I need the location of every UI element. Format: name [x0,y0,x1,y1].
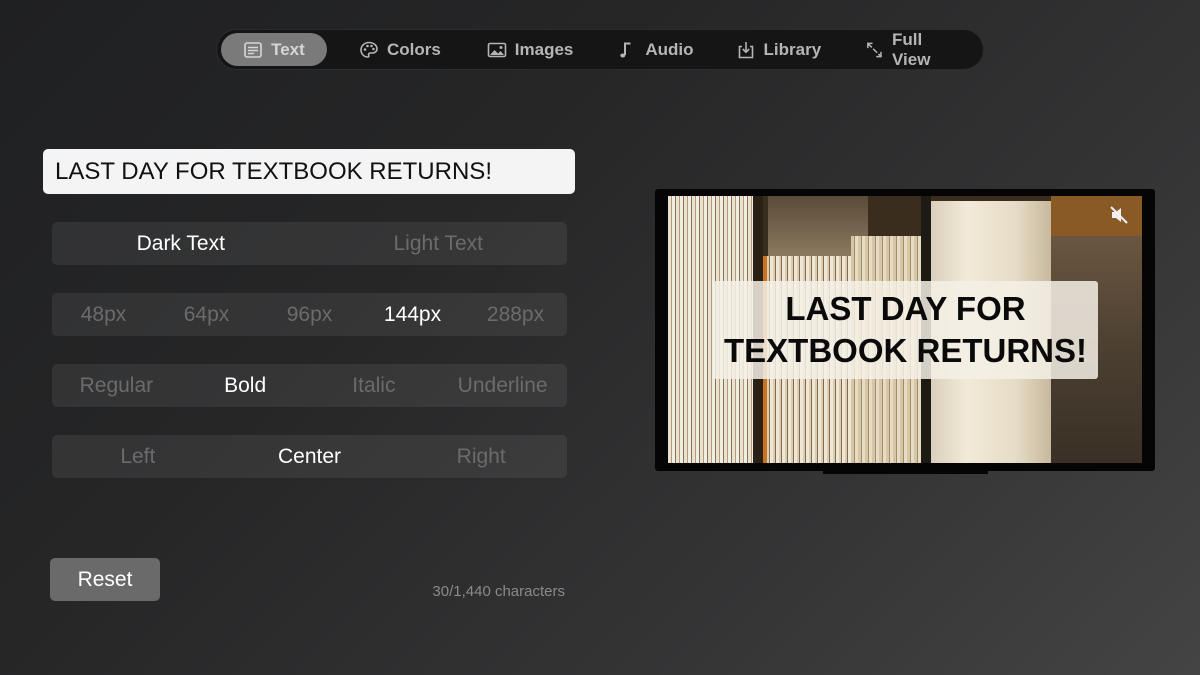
option-italic[interactable]: Italic [310,374,439,398]
option-underline[interactable]: Underline [438,374,567,398]
speaker-muted-icon[interactable] [1108,204,1130,226]
message-text-input[interactable] [43,149,575,194]
display-stand [823,468,988,474]
image-icon [487,42,507,57]
preview-display: LAST DAY FOR TEXTBOOK RETURNS! [655,189,1155,471]
font-size-selector: 48px 64px 96px 144px 288px [52,293,567,336]
option-size-288[interactable]: 288px [464,303,567,327]
text-overlay: LAST DAY FOR TEXTBOOK RETURNS! [713,281,1098,379]
preview-screen: LAST DAY FOR TEXTBOOK RETURNS! [668,196,1142,463]
option-align-right[interactable]: Right [395,445,567,469]
option-size-144[interactable]: 144px [361,303,464,327]
tab-label: Full View [891,29,931,69]
option-light-text[interactable]: Light Text [310,232,568,256]
text-icon [244,41,262,58]
tab-colors[interactable]: Colors [341,33,459,66]
option-size-96[interactable]: 96px [258,303,361,327]
option-regular[interactable]: Regular [52,374,181,398]
tab-text[interactable]: Text [221,33,327,66]
tab-audio[interactable]: Audio [599,33,711,66]
option-align-left[interactable]: Left [52,445,224,469]
tab-label: Text [271,39,305,59]
character-count: 30/1,440 characters [432,583,565,600]
top-nav: Text Colors Images Audio Library Full Vi… [216,29,984,70]
palette-icon [360,41,378,58]
alignment-selector: Left Center Right [52,435,567,478]
tab-label: Audio [645,39,694,59]
tab-images[interactable]: Images [469,33,592,66]
font-style-selector: Regular Bold Italic Underline [52,364,567,407]
overlay-text: LAST DAY FOR TEXTBOOK RETURNS! [724,290,1087,369]
tab-label: Colors [386,39,441,59]
option-size-64[interactable]: 64px [155,303,258,327]
option-align-center[interactable]: Center [224,445,396,469]
option-bold[interactable]: Bold [181,374,310,398]
tab-full-view[interactable]: Full View [847,30,979,69]
download-tray-icon [738,41,753,58]
reset-button[interactable]: Reset [50,558,160,601]
music-note-icon [620,42,631,57]
tab-library[interactable]: Library [718,33,840,66]
option-size-48[interactable]: 48px [52,303,155,327]
option-dark-text[interactable]: Dark Text [52,232,310,256]
tab-label: Images [514,39,574,59]
expand-arrows-icon [867,42,882,57]
text-color-selector: Dark Text Light Text [52,222,567,265]
tab-label: Library [763,39,822,59]
